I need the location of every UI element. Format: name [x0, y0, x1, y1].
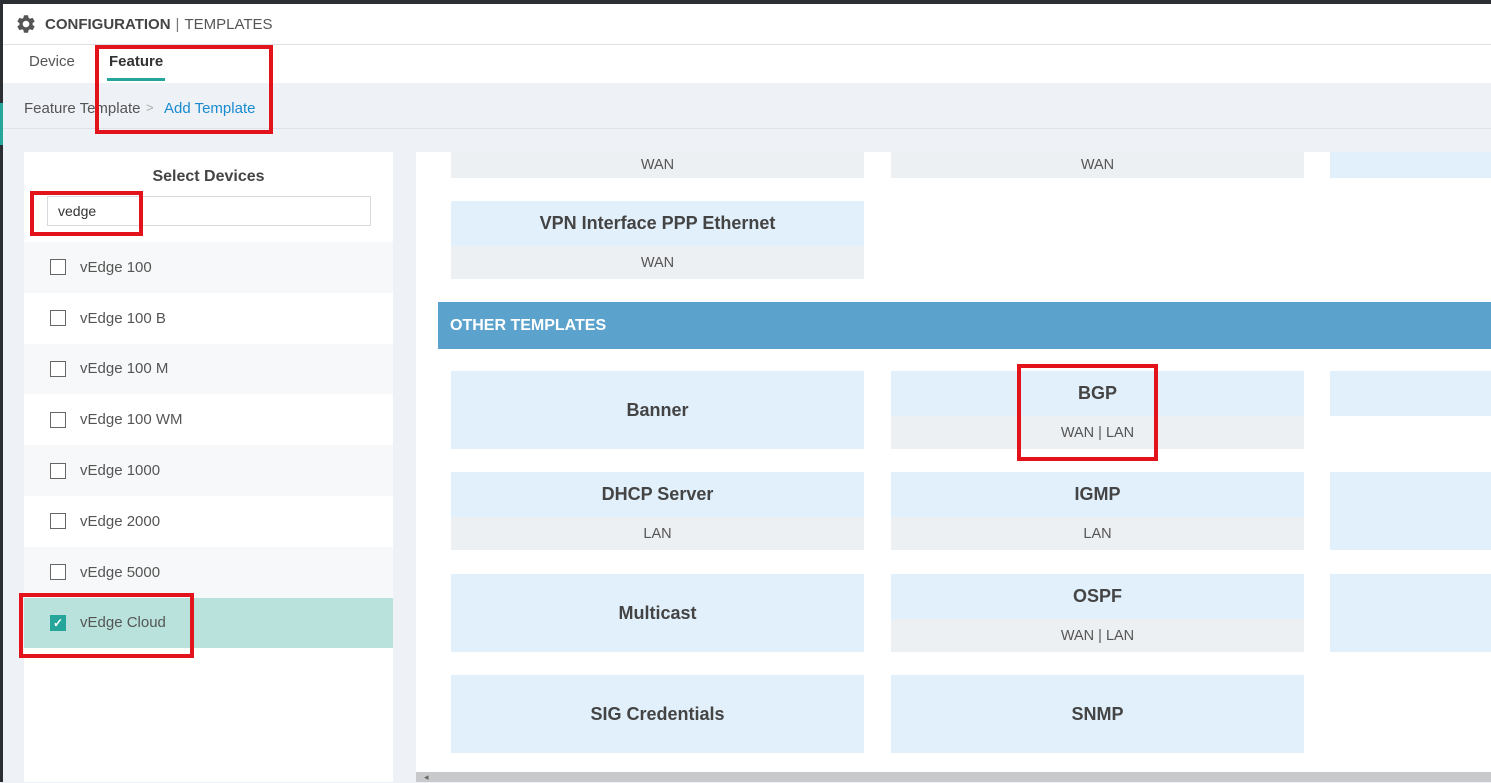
template-content: WAN WAN VPN Interface PPP Ethernet WAN O…	[416, 152, 1491, 772]
device-item-vedge-cloud[interactable]: ✓ vEdge Cloud	[24, 597, 393, 649]
template-card-partial[interactable]	[1330, 152, 1491, 178]
device-label: vEdge 2000	[80, 512, 161, 530]
other-templates-heading: OTHER TEMPLATES	[438, 302, 1491, 349]
device-item-vedge-5000[interactable]: vEdge 5000	[24, 546, 393, 598]
device-label: vEdge 100 WM	[80, 411, 183, 429]
template-card-wan-1[interactable]: WAN	[451, 152, 864, 178]
tab-feature[interactable]: Feature	[107, 45, 166, 81]
template-tag: WAN	[451, 246, 864, 279]
template-tag: WAN	[451, 152, 864, 178]
template-tag: WAN | LAN	[891, 416, 1304, 449]
checkbox[interactable]	[50, 310, 66, 327]
template-tag: LAN	[451, 517, 864, 550]
template-card-partial[interactable]	[1330, 371, 1491, 416]
device-label: vEdge 5000	[80, 563, 161, 581]
select-devices-title: Select Devices	[152, 168, 265, 185]
checkbox[interactable]	[50, 564, 66, 581]
breadcrumb-chevron-icon: >	[146, 100, 154, 115]
device-label: vEdge 1000	[80, 462, 161, 480]
tab-device[interactable]: Device	[29, 45, 75, 81]
device-label: vEdge 100 M	[80, 360, 169, 378]
template-tag: WAN	[891, 152, 1304, 178]
template-card-bgp[interactable]: BGP WAN | LAN	[891, 371, 1304, 449]
checkbox[interactable]	[50, 360, 66, 377]
device-label: vEdge Cloud	[80, 614, 166, 632]
template-card-multicast[interactable]: Multicast	[451, 574, 864, 652]
template-card-partial[interactable]	[1330, 574, 1491, 652]
checkbox[interactable]	[50, 411, 66, 428]
template-name: DHCP Server	[601, 484, 714, 504]
template-card-wan-2[interactable]: WAN	[891, 152, 1304, 178]
page-title: CONFIGURATION	[45, 15, 171, 33]
page-header: CONFIGURATION | TEMPLATES	[3, 4, 1491, 45]
template-name: VPN Interface PPP Ethernet	[539, 213, 776, 233]
active-indicator	[0, 103, 3, 145]
device-label: vEdge 100	[80, 258, 152, 276]
scroll-left-icon[interactable]: ◂	[424, 772, 429, 783]
template-tag: WAN | LAN	[891, 619, 1304, 652]
template-name: BGP	[1077, 383, 1117, 403]
template-card-snmp[interactable]: SNMP	[891, 675, 1304, 753]
title-separator: |	[175, 15, 180, 33]
select-devices-panel: Select Devices vEdge 100 vEdge 100 B vEd…	[24, 152, 393, 782]
select-devices-header: Select Devices	[24, 152, 393, 242]
template-card-banner[interactable]: Banner	[451, 371, 864, 449]
breadcrumb-add-template[interactable]: Add Template	[164, 100, 255, 117]
checkbox[interactable]	[50, 513, 66, 530]
checkbox-checked[interactable]: ✓	[50, 614, 66, 631]
horizontal-scrollbar[interactable]: ◂	[416, 772, 1491, 782]
template-name: OSPF	[1072, 586, 1122, 606]
device-item-vedge-100-m[interactable]: vEdge 100 M	[24, 343, 393, 395]
page-subtitle: TEMPLATES	[184, 15, 273, 33]
checkbox[interactable]	[50, 462, 66, 479]
template-tag: LAN	[891, 517, 1304, 550]
device-label: vEdge 100 B	[80, 309, 166, 327]
device-item-vedge-100-wm[interactable]: vEdge 100 WM	[24, 394, 393, 446]
template-card-ospf[interactable]: OSPF WAN | LAN	[891, 574, 1304, 652]
device-search-input[interactable]	[47, 196, 371, 226]
template-card-partial[interactable]	[1330, 472, 1491, 550]
check-icon: ✓	[52, 615, 64, 630]
template-name: IGMP	[1074, 484, 1121, 504]
checkbox[interactable]	[50, 259, 66, 276]
device-item-vedge-1000[interactable]: vEdge 1000	[24, 445, 393, 496]
device-item-vedge-100-b[interactable]: vEdge 100 B	[24, 292, 393, 344]
template-tabs: Device Feature	[3, 45, 1491, 83]
template-card-igmp[interactable]: IGMP LAN	[891, 472, 1304, 550]
gear-icon	[17, 15, 35, 33]
template-card-sig-credentials[interactable]: SIG Credentials	[451, 675, 864, 753]
template-card-dhcp-server[interactable]: DHCP Server LAN	[451, 472, 864, 550]
device-item-vedge-2000[interactable]: vEdge 2000	[24, 495, 393, 547]
breadcrumb-feature-template[interactable]: Feature Template	[24, 100, 140, 117]
breadcrumb: Feature Template > Add Template	[3, 84, 1491, 129]
device-item-vedge-100[interactable]: vEdge 100	[24, 242, 393, 293]
template-card-vpn-ppp-ethernet[interactable]: VPN Interface PPP Ethernet WAN	[451, 201, 864, 279]
